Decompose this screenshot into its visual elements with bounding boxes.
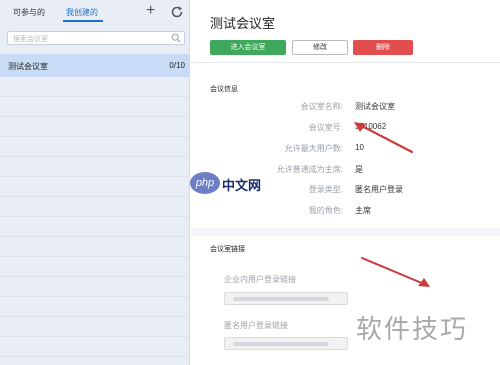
internal-link-field[interactable] <box>224 292 348 305</box>
blurred-link-text <box>233 342 329 346</box>
search-input[interactable]: 搜索会议室 <box>7 31 185 45</box>
section-separator <box>191 228 500 236</box>
active-tab-indicator <box>63 20 103 22</box>
refresh-icon[interactable] <box>170 5 184 19</box>
info-label-my-role: 我的角色: <box>308 206 343 215</box>
tab-bar: 可参与的 我创建的 + <box>0 0 190 26</box>
php-logo-badge: php <box>190 172 220 194</box>
plus-icon[interactable]: + <box>146 2 155 20</box>
php-watermark-logo: php 中文网 <box>190 172 276 194</box>
info-label-allow-chair: 允许普通成为主席: <box>276 165 343 174</box>
edit-room-button[interactable]: 修改 <box>292 40 348 55</box>
tab-joinable[interactable]: 可参与的 <box>13 7 45 18</box>
blurred-link-text <box>233 297 329 301</box>
info-label-login-type: 登录类型: <box>308 185 343 194</box>
info-label-room-number: 会议室号: <box>308 123 343 132</box>
red-arrow-annotation <box>361 257 430 287</box>
room-list-panel: 可参与的 我创建的 + 搜索会议室 测试会议室 0/10 <box>0 0 190 365</box>
info-value-login-type: 匿名用户登录 <box>355 185 403 194</box>
search-icon[interactable] <box>171 33 181 43</box>
header-divider <box>191 62 500 63</box>
info-label-max-users: 允许最大用户数: <box>284 144 343 153</box>
enter-room-button[interactable]: 进入会议室 <box>210 40 286 55</box>
link-section-title: 会议室链接 <box>210 246 245 253</box>
room-list-item-count: 0/10 <box>169 61 185 70</box>
room-title: 测试会议室 <box>210 16 276 31</box>
delete-room-button[interactable]: 删除 <box>353 40 413 55</box>
anonymous-link-label: 匿名用户登录链接 <box>224 321 288 330</box>
tab-created[interactable]: 我创建的 <box>66 7 98 18</box>
anonymous-link-field[interactable] <box>224 337 348 350</box>
room-list-item[interactable]: 测试会议室 0/10 <box>0 54 190 77</box>
info-section-title: 会议信息 <box>210 86 238 93</box>
info-value-allow-chair: 是 <box>355 165 363 174</box>
info-label-room-name: 会议室名称: <box>300 102 343 111</box>
internal-link-label: 企业内用户登录链接 <box>224 275 296 284</box>
empty-list-rows <box>0 77 190 365</box>
red-arrow-annotation <box>354 122 414 154</box>
corner-watermark: 软件技巧 <box>356 314 469 344</box>
info-value-my-role: 主席 <box>355 206 371 215</box>
php-logo-text: 中文网 <box>222 178 262 193</box>
info-value-room-name: 测试会议室 <box>355 102 395 111</box>
search-placeholder: 搜索会议室 <box>13 36 48 43</box>
room-list-item-name: 测试会议室 <box>8 62 48 71</box>
